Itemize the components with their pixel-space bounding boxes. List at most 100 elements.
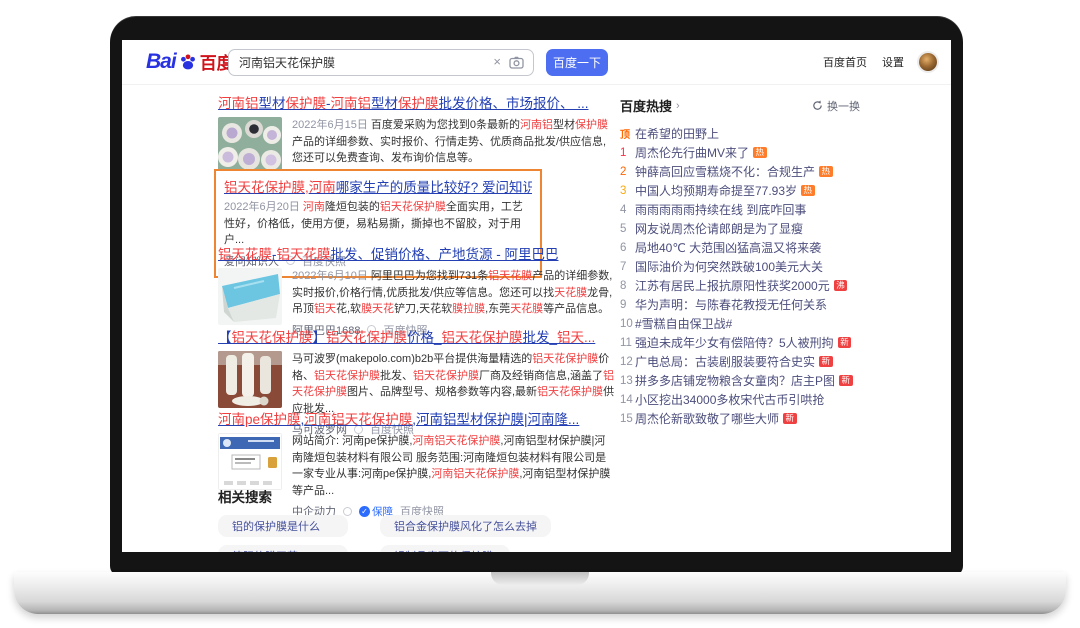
- rank-number: 9: [620, 299, 635, 311]
- hot-search-item[interactable]: 9华为声明：与陈春花教授无任何关系: [620, 295, 860, 314]
- nav-baidu-home[interactable]: 百度首页: [823, 54, 867, 70]
- search-button[interactable]: 百度一下: [546, 49, 608, 76]
- related-search-pill[interactable]: 德阳软膜天花: [218, 545, 348, 552]
- top-nav: 百度首页 设置: [823, 53, 937, 71]
- hot-badge-icon: 新: [783, 413, 797, 424]
- hot-search-text: 国际油价为何突然跌破100美元大关: [635, 258, 823, 275]
- hot-search-text: 周杰伦先行曲MV来了: [635, 144, 749, 161]
- hot-search-text: 广电总局：古装剧服装要符合史实: [635, 353, 815, 370]
- result-description: 2022年6月10日 阿里巴巴为您找到731条铝天花膜产品的详细参数,实时报价,…: [292, 268, 616, 318]
- laptop-screen-bezel: Bai 百度 ×: [110, 16, 963, 576]
- rank-number: 1: [620, 147, 635, 159]
- refresh-icon: [812, 100, 823, 111]
- rank-number: 7: [620, 261, 635, 273]
- result-description: 2022年6月15日 百度爱采购为您找到0条最新的河南铝型材保护膜产品的详细参数…: [292, 117, 616, 167]
- hot-search-text: 在希望的田野上: [635, 125, 719, 142]
- result-thumbnail[interactable]: [218, 351, 282, 408]
- result-title-link[interactable]: 铝天花保护膜,河南哪家生产的质量比较好? 爱问知识人: [224, 176, 532, 196]
- rank-number: 4: [620, 204, 635, 216]
- laptop-mockup: Bai 百度 ×: [0, 0, 1080, 628]
- search-input[interactable]: [239, 50, 479, 75]
- baidu-logo[interactable]: Bai 百度: [146, 49, 234, 74]
- hot-search-text: 华为声明：与陈春花教授无任何关系: [635, 296, 827, 313]
- hot-search-text: 中国人均预期寿命提至77.93岁: [635, 182, 797, 199]
- hot-badge-icon: 热: [753, 147, 767, 158]
- hot-badge-icon: 新: [838, 337, 852, 348]
- rank-number: 8: [620, 280, 635, 292]
- rank-number: 3: [620, 185, 635, 197]
- hot-search-item[interactable]: 7国际油价为何突然跌破100美元大关: [620, 257, 860, 276]
- result-title-link[interactable]: 铝天花膜-铝天花膜批发、促销价格、产地货源 - 阿里巴巴: [218, 243, 616, 263]
- result-thumbnail[interactable]: [218, 268, 282, 325]
- rank-number: 6: [620, 242, 635, 254]
- rank-number: 5: [620, 223, 635, 235]
- laptop-base-notch: [491, 572, 589, 585]
- clear-search-icon[interactable]: ×: [493, 54, 501, 69]
- hot-search-text: #雪糕自由保卫战#: [635, 315, 732, 332]
- related-search-pills: 铝的保护膜是什么 铝合金保护膜风化了怎么去掉德阳软膜天花 铝制品表面的保护膜: [218, 515, 638, 552]
- search-header: Bai 百度 ×: [122, 40, 951, 85]
- hot-search-item[interactable]: 13拼多多店铺宠物粮含女童肉？店主P图新: [620, 371, 860, 390]
- hot-search-item[interactable]: 顶在希望的田野上: [620, 124, 860, 143]
- hot-search-text: 强迫未成年少女有偿陪侍？5人被刑拘: [635, 334, 834, 351]
- rank-number: 15: [620, 413, 635, 425]
- camera-search-icon[interactable]: [509, 56, 524, 69]
- hot-search-list: 顶在希望的田野上1周杰伦先行曲MV来了热2钟薛高回应雪糕烧不化：合规生产热3中国…: [620, 124, 860, 428]
- hot-search-item[interactable]: 2钟薛高回应雪糕烧不化：合规生产热: [620, 162, 860, 181]
- hot-badge-icon: 热: [819, 166, 833, 177]
- result-title-link[interactable]: 河南pe保护膜,河南铝天花保护膜,河南铝型材保护膜|河南隆...: [218, 408, 616, 428]
- hot-search-item[interactable]: 8江苏有居民上报抗原阳性获奖2000元沸: [620, 276, 860, 295]
- rank-number: 13: [620, 375, 635, 387]
- baidu-paw-icon: [177, 51, 199, 73]
- hot-search-item[interactable]: 4雨雨雨雨雨持续在线 到底咋回事: [620, 200, 860, 219]
- related-searches-title: 相关搜索: [218, 486, 638, 506]
- refresh-button[interactable]: 换一换: [812, 98, 860, 114]
- search-result: 铝天花膜-铝天花膜批发、促销价格、产地货源 - 阿里巴巴 2022年6月10日 …: [218, 243, 616, 338]
- rank-number: 12: [620, 356, 635, 368]
- rank-number: 14: [620, 394, 635, 406]
- hot-search-item[interactable]: 15周杰伦新歌致敬了哪些大师新: [620, 409, 860, 428]
- user-avatar[interactable]: [919, 53, 937, 71]
- hot-search-text: 拼多多店铺宠物粮含女童肉？店主P图: [635, 372, 835, 389]
- rank-number: 10: [620, 318, 635, 330]
- hot-search-panel: 百度热搜 › 换一换 顶在希望的田野上1周杰伦先行曲MV来了热2钟薛高回应雪糕烧…: [620, 96, 860, 428]
- chevron-right-icon: ›: [676, 100, 680, 112]
- rank-number: 11: [620, 337, 635, 349]
- result-thumbnail[interactable]: [218, 117, 282, 174]
- hot-search-text: 雨雨雨雨雨持续在线 到底咋回事: [635, 201, 806, 218]
- hot-search-text: 小区挖出34000多枚宋代古币引哄抢: [635, 391, 824, 408]
- result-title-link[interactable]: 河南铝型材保护膜-河南铝型材保护膜批发价格、市场报价、 ...: [218, 92, 616, 112]
- hot-search-item[interactable]: 14小区挖出34000多枚宋代古币引哄抢: [620, 390, 860, 409]
- result-thumbnail[interactable]: [218, 433, 282, 490]
- top-pin-icon: 顶: [620, 126, 635, 141]
- hot-search-text: 局地40℃ 大范围凶猛高温又将来袭: [635, 239, 821, 256]
- hot-search-item[interactable]: 10#雪糕自由保卫战#: [620, 314, 860, 333]
- hot-badge-icon: 新: [819, 356, 833, 367]
- hot-search-item[interactable]: 3中国人均预期寿命提至77.93岁热: [620, 181, 860, 200]
- search-box[interactable]: ×: [228, 49, 534, 76]
- baidu-logo-bai: Bai: [146, 50, 176, 74]
- hot-search-item[interactable]: 11强迫未成年少女有偿陪侍？5人被刑拘新: [620, 333, 860, 352]
- hot-search-text: 钟薛高回应雪糕烧不化：合规生产: [635, 163, 815, 180]
- hot-search-text: 网友说周杰伦请郎朗是为了显瘦: [635, 220, 803, 237]
- hot-search-item[interactable]: 1周杰伦先行曲MV来了热: [620, 143, 860, 162]
- result-title-link[interactable]: 【铝天花保护膜】铝天花保护膜价格_铝天花保护膜批发_铝天...: [218, 326, 616, 346]
- related-searches: 相关搜索 铝的保护膜是什么 铝合金保护膜风化了怎么去掉德阳软膜天花 铝制品表面的保护…: [218, 486, 638, 552]
- related-search-pill[interactable]: 铝合金保护膜风化了怎么去掉: [380, 515, 551, 537]
- browser-screen: Bai 百度 ×: [122, 40, 951, 552]
- related-search-pill[interactable]: 铝制品表面的保护膜: [380, 545, 510, 552]
- hot-search-title[interactable]: 百度热搜: [620, 96, 672, 115]
- result-description: 2022年6月20日 河南隆烜包装的铝天花保护膜全面实用，工艺性好，价格低，使用…: [224, 199, 532, 249]
- hot-badge-icon: 新: [839, 375, 853, 386]
- hot-search-text: 周杰伦新歌致敬了哪些大师: [635, 410, 779, 427]
- nav-settings[interactable]: 设置: [882, 54, 904, 70]
- hot-search-item[interactable]: 6局地40℃ 大范围凶猛高温又将来袭: [620, 238, 860, 257]
- hot-badge-icon: 热: [801, 185, 815, 196]
- laptop-base: [14, 572, 1066, 614]
- rank-number: 2: [620, 166, 635, 178]
- hot-badge-icon: 沸: [834, 280, 848, 291]
- hot-search-text: 江苏有居民上报抗原阳性获奖2000元: [635, 277, 830, 294]
- hot-search-item[interactable]: 12广电总局：古装剧服装要符合史实新: [620, 352, 860, 371]
- related-search-pill[interactable]: 铝的保护膜是什么: [218, 515, 348, 537]
- hot-search-item[interactable]: 5网友说周杰伦请郎朗是为了显瘦: [620, 219, 860, 238]
